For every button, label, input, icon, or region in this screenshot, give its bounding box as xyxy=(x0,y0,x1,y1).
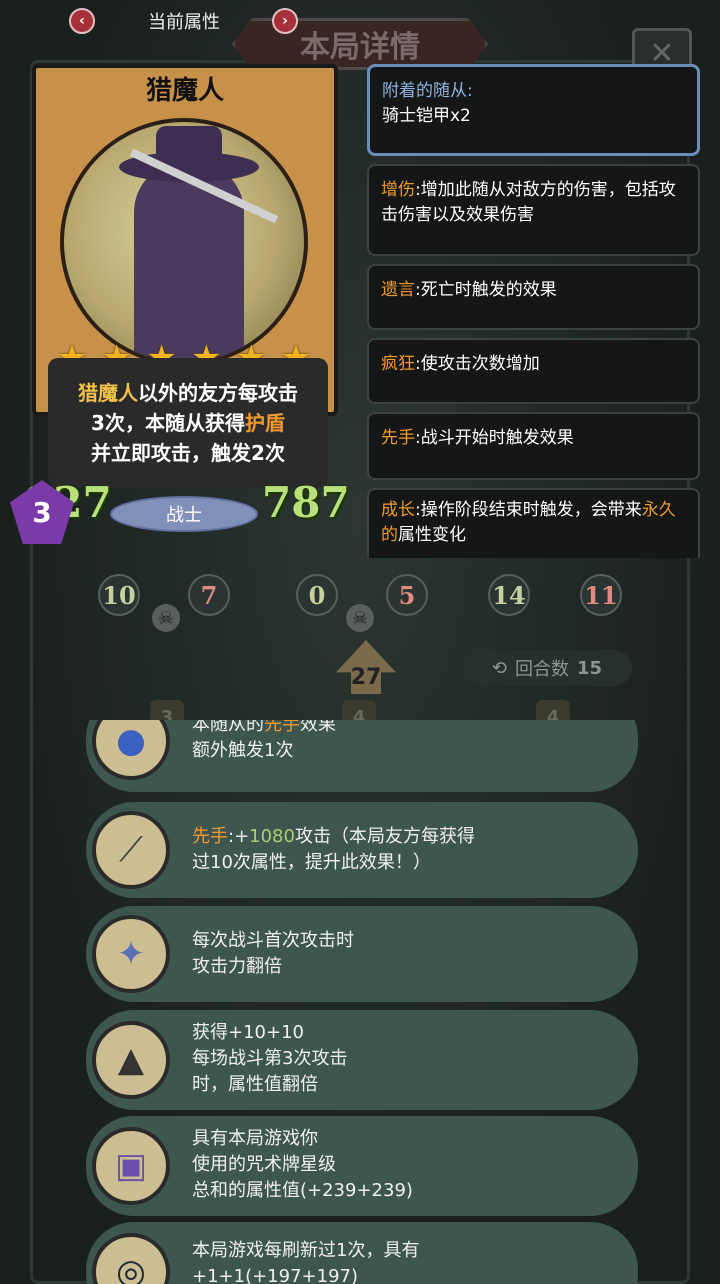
attached-value: 骑士铠甲x2 xyxy=(382,106,471,126)
keyword-label: 成长 xyxy=(381,500,415,520)
effect-row: ▣ 具有本局游戏你 使用的咒术牌星级 总和的属性值(+239+239) xyxy=(86,1116,638,1216)
keyword-panel-deathrattle: 遗言:死亡时触发的效果 xyxy=(367,264,700,330)
effect-text: 攻击力翻倍 xyxy=(192,956,282,977)
ability-line-2: 3次，本随从获得 xyxy=(91,411,245,435)
orb-icon: ● xyxy=(92,720,170,780)
mini-card-2-hp: 5 xyxy=(386,574,428,616)
round-counter: ⟲ 回合数 15 xyxy=(462,650,632,686)
spellbook-icon: ▣ xyxy=(92,1127,170,1205)
effect-text: 额外触发1次 xyxy=(192,740,294,761)
keyword-desc: :战斗开始时触发效果 xyxy=(415,428,574,448)
ring-icon: ◎ xyxy=(92,1233,170,1284)
effect-text: 获得+10+10 xyxy=(192,1022,304,1043)
ability-line-3: 并立即攻击，触发2次 xyxy=(91,441,285,465)
shield-keyword: 护盾 xyxy=(244,411,285,435)
effect-value: 1080 xyxy=(249,826,295,847)
keyword-desc: :增加此随从对敌方的伤害，包括攻击伤害以及效果伤害 xyxy=(381,180,676,225)
attached-minion-panel[interactable]: 附着的随从: 骑士铠甲x2 xyxy=(367,64,700,156)
keyword-desc: :使攻击次数增加 xyxy=(415,354,540,374)
mini-card-3-hp: 11 xyxy=(580,574,622,616)
effect-text: :+ xyxy=(228,826,250,847)
card-name: 猎魔人 xyxy=(145,76,224,106)
round-value: 15 xyxy=(577,657,603,679)
effect-row: ◎ 本局游戏每刷新过1次，具有 +1+1(+197+197) xyxy=(86,1222,638,1284)
ability-line-1: 以外的友方每攻击 xyxy=(138,381,298,405)
effect-text: 总和的属性值(+239+239) xyxy=(192,1180,413,1201)
effect-text: 每场战斗第3次攻击 xyxy=(192,1048,348,1069)
effect-row: ● 本随从的先手效果 额外触发1次 xyxy=(86,720,638,792)
keyword-label: 先手 xyxy=(381,428,415,448)
skull-icon: ☠ xyxy=(346,604,374,632)
mini-card-1-hp: 7 xyxy=(188,574,230,616)
effect-keyword: 先手 xyxy=(264,720,300,735)
skull-icon: ☠ xyxy=(152,604,180,632)
keyword-desc: :操作阶段结束时触发，会带来 xyxy=(415,500,642,520)
prev-arrow-button[interactable]: ‹ xyxy=(69,8,95,34)
effect-text: 效果 xyxy=(300,720,336,735)
keyword-desc: :死亡时触发的效果 xyxy=(415,280,557,300)
keyword-desc-end: 属性变化 xyxy=(398,525,466,545)
mini-card-2-atk: 0 xyxy=(296,574,338,616)
minion-card: 猎魔人 ★ ★ ★ ★ ★ ★ 猎魔人以外的友方每攻击 3次，本随从获得护盾 并… xyxy=(24,58,350,536)
attached-label: 附着的随从: xyxy=(382,81,473,101)
effect-text: 时，属性值翻倍 xyxy=(192,1074,318,1095)
health-value: 787 xyxy=(262,478,350,527)
keyword-panel-growth: 成长:操作阶段结束时触发，会带来永久的属性变化 xyxy=(367,488,700,558)
effect-text: 本随从的 xyxy=(192,720,264,735)
ability-highlight: 猎魔人 xyxy=(78,381,138,405)
beast-icon: ✦ xyxy=(92,915,170,993)
next-arrow-button[interactable]: › xyxy=(272,8,298,34)
refresh-icon: ⟲ xyxy=(491,657,508,679)
effect-text: 攻击（本局友方每获得 xyxy=(294,826,475,847)
effect-row: ✦ 每次战斗首次攻击时 攻击力翻倍 xyxy=(86,906,638,1002)
keyword-panel-frenzy: 疯狂:使攻击次数增加 xyxy=(367,338,700,404)
cloak-icon: ▲ xyxy=(92,1021,170,1099)
effect-keyword: 先手 xyxy=(192,826,228,847)
effect-text: 本局游戏每刷新过1次，具有 xyxy=(192,1240,420,1261)
round-label: 回合数 xyxy=(515,659,570,680)
effect-text: 具有本局游戏你 xyxy=(192,1128,318,1149)
spear-icon: ⟋ xyxy=(92,811,170,889)
effect-text: 每次战斗首次攻击时 xyxy=(192,930,354,951)
effect-row: ▲ 获得+10+10 每场战斗第3次攻击 时，属性值翻倍 xyxy=(86,1010,638,1110)
effect-text: 过10次属性，提升此效果！） xyxy=(192,852,431,873)
card-portrait xyxy=(60,118,308,366)
mini-card-3-atk: 14 xyxy=(488,574,530,616)
effect-row: ⟋ 先手:+1080攻击（本局友方每获得 过10次属性，提升此效果！） xyxy=(86,802,638,898)
keyword-panel-damage-boost: 增伤:增加此随从对敌方的伤害，包括攻击伤害以及效果伤害 xyxy=(367,164,700,256)
keyword-label: 遗言 xyxy=(381,280,415,300)
keyword-label: 疯狂 xyxy=(381,354,415,374)
keyword-panel-first-strike: 先手:战斗开始时触发效果 xyxy=(367,412,700,480)
tribe-badge: 战士 xyxy=(110,496,258,532)
keyword-label: 增伤 xyxy=(381,180,415,200)
header-title: 当前属性 xyxy=(148,12,220,33)
card-ability-text: 猎魔人以外的友方每攻击 3次，本随从获得护盾 并立即攻击，触发2次 xyxy=(48,358,328,488)
effects-list[interactable]: ● 本随从的先手效果 额外触发1次 ⟋ 先手:+1080攻击（本局友方每获得 过… xyxy=(86,720,638,1284)
effect-text: 使用的咒术牌星级 xyxy=(192,1154,336,1175)
effect-text: +1+1(+197+197) xyxy=(192,1266,358,1284)
mini-card-1-atk: 10 xyxy=(98,574,140,616)
